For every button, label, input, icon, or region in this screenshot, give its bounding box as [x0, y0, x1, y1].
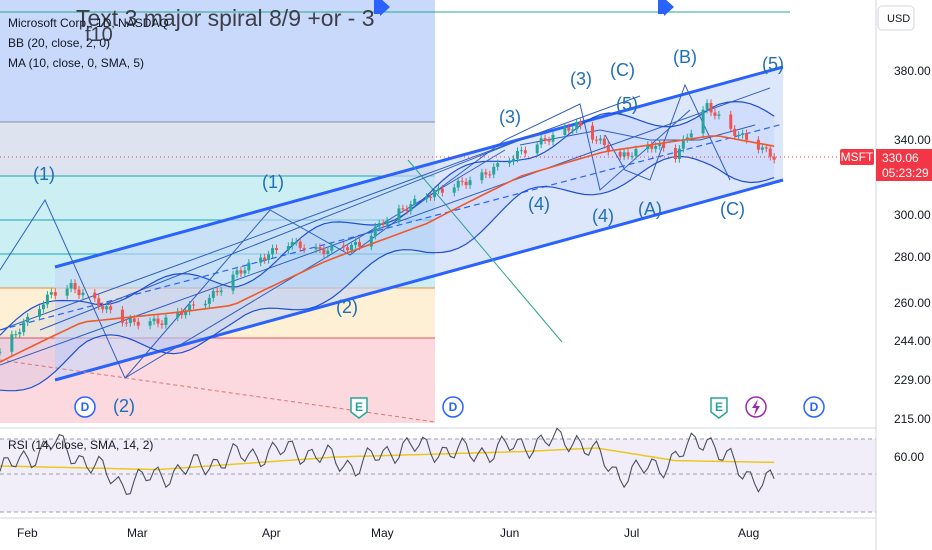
chart-svg[interactable]: (1) (1) (2) (2) (3) (3) (4) (4) (C) (5) …	[0, 0, 932, 550]
wave-label: (1)	[262, 172, 284, 192]
time-label: May	[371, 526, 394, 540]
dividend-marker[interactable]: D	[442, 396, 464, 418]
wave-label: (2)	[113, 396, 135, 416]
svg-text:D: D	[449, 400, 458, 414]
time-label: Mar	[127, 526, 148, 540]
arrow-right-icon	[658, 0, 674, 16]
rsi-legend: RSI (14, close, SMA, 14, 2)	[8, 438, 153, 452]
price-label: 380.00	[894, 64, 931, 78]
svg-text:D: D	[810, 400, 819, 414]
time-label: Jul	[624, 526, 639, 540]
chart-stage[interactable]: (1) (1) (2) (2) (3) (3) (4) (4) (C) (5) …	[0, 0, 932, 550]
svg-text:D: D	[81, 400, 90, 414]
price-label: 260.00	[894, 296, 931, 310]
svg-text:E: E	[355, 400, 363, 414]
wave-label: (4)	[528, 194, 550, 214]
time-axis[interactable]: Feb Mar Apr May Jun Jul Aug	[0, 517, 876, 540]
price-label: 300.00	[894, 208, 931, 222]
dividend-marker[interactable]: D	[74, 396, 96, 418]
last-price-value: 330.06	[882, 151, 919, 165]
bb-legend: BB (20, close, 2, 0)	[8, 36, 110, 50]
wave-label: (2)	[336, 297, 358, 317]
wave-label: (B)	[673, 47, 697, 67]
wave-label: (3)	[570, 69, 592, 89]
price-label: 215.00	[894, 412, 931, 426]
wave-label: (5)	[762, 54, 784, 74]
wave-label: (A)	[638, 199, 662, 219]
wave-label: (5)	[616, 94, 638, 114]
price-label: 244.00	[894, 334, 931, 348]
svg-text:E: E	[715, 400, 723, 414]
wave-label: (4)	[592, 206, 614, 226]
price-label: 340.00	[894, 133, 931, 147]
ma-legend: MA (10, close, 0, SMA, 5)	[8, 56, 144, 70]
candle[interactable]	[701, 106, 705, 138]
rsi-level-label: 60.00	[894, 450, 924, 464]
svg-text:USD: USD	[887, 13, 910, 25]
dividend-marker[interactable]: D	[803, 396, 825, 418]
wave-label: (C)	[720, 199, 745, 219]
lightning-icon[interactable]	[745, 396, 767, 418]
time-label: Apr	[262, 526, 281, 540]
grey-zone	[0, 122, 435, 176]
countdown: 05:23:29	[882, 166, 929, 180]
wave-label: (3)	[499, 107, 521, 127]
time-label: Feb	[17, 526, 38, 540]
earnings-marker[interactable]: E	[710, 397, 728, 419]
time-label: Aug	[738, 526, 759, 540]
wave-label: (1)	[33, 164, 55, 184]
ticker-text: MSFT	[841, 150, 874, 164]
price-label: 280.00	[894, 250, 931, 264]
price-label: 229.00	[894, 373, 931, 387]
currency-button[interactable]: USD	[877, 5, 915, 31]
time-label: Jun	[500, 526, 519, 540]
candle[interactable]	[10, 330, 14, 356]
price-axis[interactable]: 380.00 340.00 300.00 280.00 260.00 244.0…	[875, 0, 931, 550]
wave-label: (C)	[610, 60, 635, 80]
symbol-legend: Microsoft Corp., 1D, NASDAQ	[8, 16, 169, 30]
